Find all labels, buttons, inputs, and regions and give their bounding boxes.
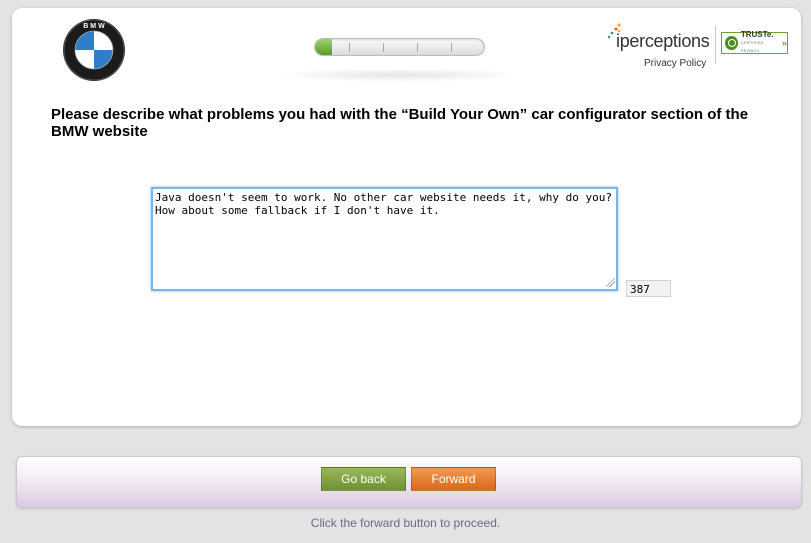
branding-divider	[715, 26, 716, 64]
character-counter: 387	[626, 280, 671, 297]
progress-tick	[349, 43, 350, 52]
truste-badge[interactable]: TRUSTe. CERTIFIED PRIVACY »	[721, 30, 788, 54]
svg-text:B M W: B M W	[83, 23, 105, 30]
truste-seal-icon	[725, 36, 738, 50]
iperceptions-branding: iperceptions Privacy Policy	[606, 16, 718, 76]
question-text: Please describe what problems you had wi…	[51, 106, 749, 140]
go-back-button[interactable]: Go back	[321, 467, 406, 491]
textarea-resize-handle[interactable]	[606, 278, 615, 287]
survey-progress-bar	[314, 38, 485, 56]
forward-button[interactable]: Forward	[411, 467, 496, 491]
bmw-logo: B M W	[63, 19, 125, 81]
survey-card: B M W iperceptions Privacy Policy TRUSTe…	[12, 8, 801, 426]
privacy-policy-link[interactable]: Privacy Policy	[644, 58, 706, 69]
truste-sublabel: CERTIFIED PRIVACY	[740, 40, 764, 53]
progress-tick	[383, 43, 384, 52]
progress-shadow	[274, 68, 524, 82]
truste-arrow-icon: »	[781, 38, 787, 48]
progress-tick	[417, 43, 418, 52]
navigation-bar: Go back Forward	[16, 456, 802, 508]
answer-textarea[interactable]	[151, 187, 618, 291]
progress-fill	[315, 39, 332, 55]
iperceptions-logo-text: iperceptions	[616, 31, 710, 51]
progress-tick	[451, 43, 452, 52]
truste-label: TRUSTe.	[740, 30, 774, 39]
proceed-hint: Click the forward button to proceed.	[310, 516, 501, 530]
